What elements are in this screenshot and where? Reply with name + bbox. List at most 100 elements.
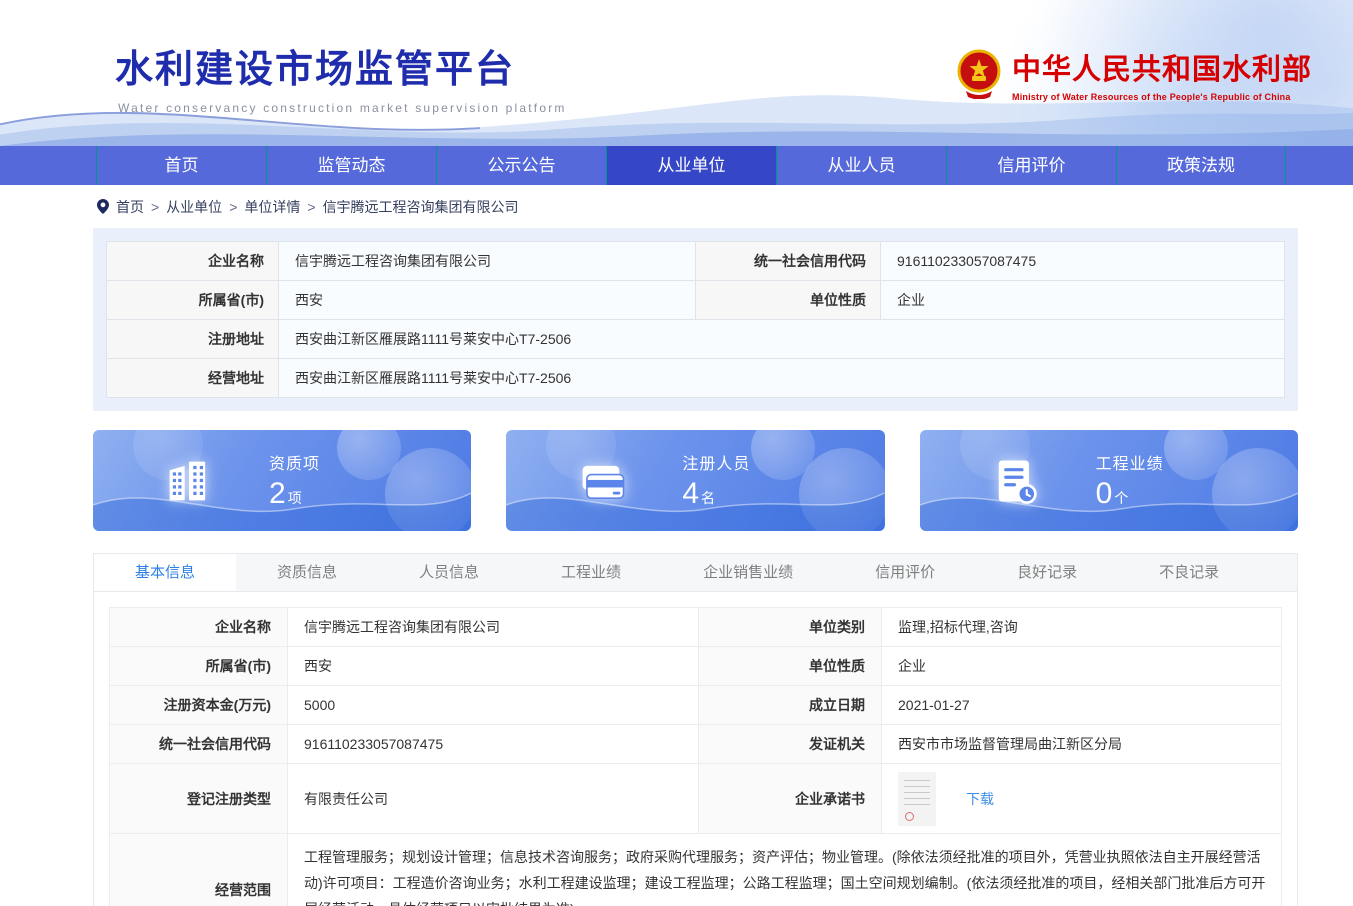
stat-card-content: 工程业绩 0个 (920, 430, 1298, 531)
thumb-text-line (904, 780, 930, 781)
document-clock-icon (988, 453, 1044, 509)
field-label: 所属省(市) (110, 647, 288, 686)
nav-item-home[interactable]: 首页 (96, 146, 266, 185)
tab-credit-rating[interactable]: 信用评价 (834, 554, 976, 591)
business-scope-value: 工程管理服务；规划设计管理；信息技术咨询服务；政府采购代理服务；资产评估；物业管… (288, 834, 1282, 906)
breadcrumb: 首页 > 从业单位 > 单位详情 > 信宇腾远工程咨询集团有限公司 (0, 185, 1353, 228)
tab-project-performance[interactable]: 工程业绩 (520, 554, 662, 591)
stat-card-qualifications: 资质项 2项 (93, 430, 471, 531)
red-seal-icon (905, 812, 914, 821)
nav-item-practitioners[interactable]: 从业人员 (776, 146, 946, 185)
table-row: 所属省(市) 西安 单位性质 企业 (107, 281, 1285, 320)
breadcrumb-separator: > (151, 199, 159, 215)
stat-card-valueline: 4名 (682, 477, 750, 511)
stat-card-text: 工程业绩 0个 (1096, 450, 1164, 511)
stat-card-text: 注册人员 4名 (682, 450, 750, 511)
thumb-text-line (904, 798, 930, 799)
breadcrumb-company-name: 信宇腾远工程咨询集团有限公司 (323, 197, 519, 217)
stat-card-text: 资质项 2项 (269, 450, 320, 511)
breadcrumb-units[interactable]: 从业单位 (166, 197, 222, 217)
stat-card-unit: 项 (288, 490, 302, 506)
field-value: 企业 (882, 647, 1282, 686)
commitment-letter-thumbnail[interactable] (898, 772, 936, 826)
tab-personnel-info[interactable]: 人员信息 (378, 554, 520, 591)
basic-info-section: 企业名称 信宇腾远工程咨询集团有限公司 单位类别 监理,招标代理,咨询 所属省(… (94, 592, 1297, 906)
table-row: 注册地址 西安曲江新区雁展路1111号莱安中心T7-2506 (107, 320, 1285, 359)
field-label: 单位性质 (699, 647, 882, 686)
stat-card-unit: 个 (1114, 490, 1128, 506)
thumb-text-line (904, 792, 930, 793)
nav-item-supervision-news[interactable]: 监管动态 (266, 146, 436, 185)
field-value: 916110233057087475 (881, 242, 1285, 281)
stat-card-unit: 名 (701, 490, 715, 506)
field-value: 监理,招标代理,咨询 (882, 608, 1282, 647)
breadcrumb-home[interactable]: 首页 (116, 197, 144, 217)
stat-card-valueline: 0个 (1096, 477, 1164, 511)
stat-card-label: 工程业绩 (1096, 450, 1164, 474)
ministry-logo-block: 中华人民共和国水利部 Ministry of Water Resources o… (956, 46, 1312, 102)
field-value: 5000 (288, 686, 699, 725)
field-label: 成立日期 (699, 686, 882, 725)
thumb-text-line (904, 804, 930, 805)
main-nav: 首页 监管动态 公示公告 从业单位 从业人员 信用评价 政策法规 (0, 146, 1353, 185)
stat-card-value: 0 (1096, 477, 1113, 510)
nav-item-credit-rating[interactable]: 信用评价 (946, 146, 1116, 185)
stat-card-valueline: 2项 (269, 477, 320, 511)
stat-card-registered-personnel: 注册人员 4名 (506, 430, 884, 531)
tab-qualification-info[interactable]: 资质信息 (236, 554, 378, 591)
stat-card-label: 资质项 (269, 450, 320, 474)
table-row: 统一社会信用代码 916110233057087475 发证机关 西安市市场监督… (110, 725, 1282, 764)
download-link[interactable]: 下载 (966, 789, 994, 809)
field-value: 2021-01-27 (882, 686, 1282, 725)
national-emblem-icon (956, 49, 1002, 99)
detail-tabs: 基本信息 资质信息 人员信息 工程业绩 企业销售业绩 信用评价 良好记录 不良记… (94, 554, 1297, 592)
tab-sales-performance[interactable]: 企业销售业绩 (662, 554, 834, 591)
stat-cards: 资质项 2项 注册人员 (93, 430, 1298, 531)
field-value: 有限责任公司 (288, 764, 699, 834)
field-label: 注册地址 (107, 320, 279, 359)
breadcrumb-unit-detail[interactable]: 单位详情 (244, 197, 300, 217)
field-label: 单位性质 (696, 281, 881, 320)
table-row: 登记注册类型 有限责任公司 企业承诺书 (110, 764, 1282, 834)
nav-item-employing-units[interactable]: 从业单位 (606, 146, 776, 185)
tab-basic-info[interactable]: 基本信息 (94, 554, 236, 591)
site-header: 水利建设市场监管平台 Water conservancy constructio… (0, 0, 1353, 146)
detail-panel: 基本信息 资质信息 人员信息 工程业绩 企业销售业绩 信用评价 良好记录 不良记… (93, 553, 1298, 906)
field-value: 西安曲江新区雁展路1111号莱安中心T7-2506 (279, 320, 1285, 359)
field-value: 企业 (881, 281, 1285, 320)
field-value: 916110233057087475 (288, 725, 699, 764)
field-value: 西安市市场监督管理局曲江新区分局 (882, 725, 1282, 764)
stat-card-label: 注册人员 (682, 450, 750, 474)
breadcrumb-separator: > (307, 199, 315, 215)
field-label: 企业名称 (110, 608, 288, 647)
commitment-letter-cell: 下载 (882, 764, 1282, 834)
field-label: 企业承诺书 (699, 764, 882, 834)
field-label: 登记注册类型 (110, 764, 288, 834)
stat-card-value: 2 (269, 477, 286, 510)
field-label: 单位类别 (699, 608, 882, 647)
table-row: 注册资本金(万元) 5000 成立日期 2021-01-27 (110, 686, 1282, 725)
field-label: 发证机关 (699, 725, 882, 764)
field-value: 信宇腾远工程咨询集团有限公司 (279, 242, 696, 281)
stat-card-content: 资质项 2项 (93, 430, 471, 531)
tab-bad-records[interactable]: 不良记录 (1118, 554, 1260, 591)
ministry-subtitle: Ministry of Water Resources of the Peopl… (1012, 92, 1312, 102)
company-summary-table: 企业名称 信宇腾远工程咨询集团有限公司 统一社会信用代码 91611023305… (106, 241, 1285, 398)
company-summary-panel: 企业名称 信宇腾远工程咨询集团有限公司 统一社会信用代码 91611023305… (93, 228, 1298, 411)
stat-card-value: 4 (682, 477, 699, 510)
field-label: 企业名称 (107, 242, 279, 281)
stat-card-project-performance: 工程业绩 0个 (920, 430, 1298, 531)
field-label: 经营地址 (107, 359, 279, 398)
field-label: 经营范围 (110, 834, 288, 906)
nav-item-public-notice[interactable]: 公示公告 (436, 146, 606, 185)
thumb-text-line (904, 786, 930, 787)
table-row: 企业名称 信宇腾远工程咨询集团有限公司 单位类别 监理,招标代理,咨询 (110, 608, 1282, 647)
ministry-text: 中华人民共和国水利部 Ministry of Water Resources o… (1012, 46, 1312, 102)
table-row: 企业名称 信宇腾远工程咨询集团有限公司 统一社会信用代码 91611023305… (107, 242, 1285, 281)
main-content: 企业名称 信宇腾远工程咨询集团有限公司 统一社会信用代码 91611023305… (93, 228, 1298, 906)
nav-item-policies[interactable]: 政策法规 (1116, 146, 1286, 185)
table-row: 经营范围 工程管理服务；规划设计管理；信息技术咨询服务；政府采购代理服务；资产评… (110, 834, 1282, 906)
field-label: 统一社会信用代码 (110, 725, 288, 764)
field-value: 西安曲江新区雁展路1111号莱安中心T7-2506 (279, 359, 1285, 398)
tab-good-records[interactable]: 良好记录 (976, 554, 1118, 591)
